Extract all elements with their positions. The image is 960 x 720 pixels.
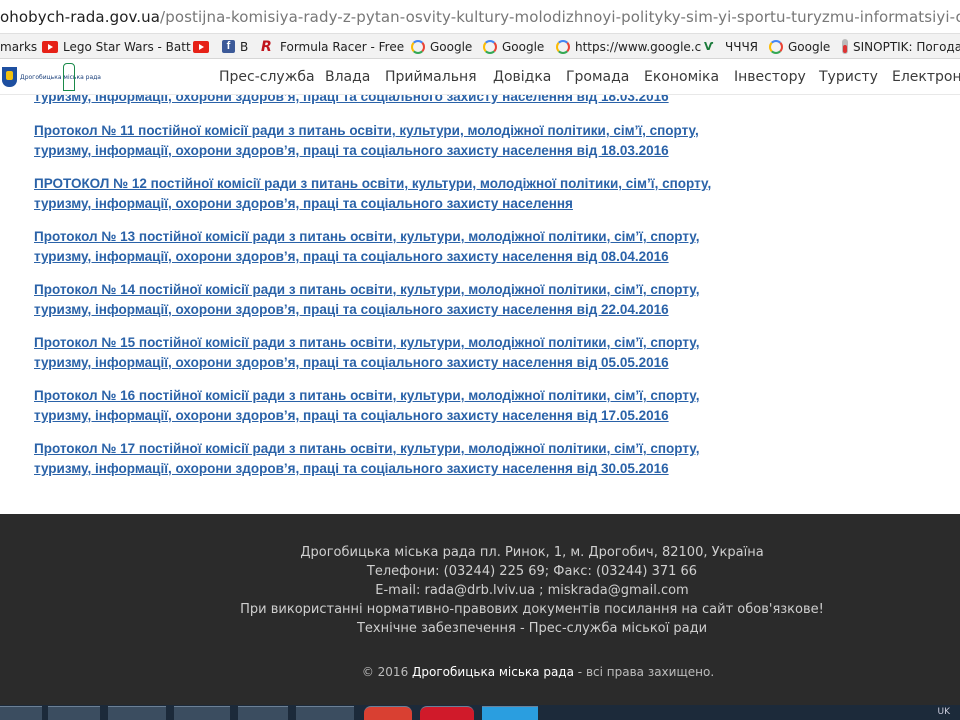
ukr-icon: Ѵ (704, 39, 714, 53)
bookmark-item[interactable]: Google (769, 38, 830, 55)
copyright-brand-link[interactable]: Дрогобицька міська рада (412, 665, 574, 679)
nav-item-investor[interactable]: Інвестору (734, 69, 806, 85)
protocol-link[interactable]: туризму, інформації, охорони здоров’я, п… (34, 95, 754, 107)
nav-item-press[interactable]: Прес-служба (219, 69, 315, 85)
os-taskbar: UK (0, 705, 960, 720)
protocol-link[interactable]: Протокол № 17 постійної комісії ради з п… (34, 439, 754, 479)
protocol-link[interactable]: Протокол № 16 постійної комісії ради з п… (34, 386, 754, 426)
site-logo[interactable]: Дрогобицька міська рада (2, 62, 101, 92)
bookmark-label: https://www.google.c (575, 39, 702, 54)
taskbar-app-button[interactable] (296, 706, 354, 720)
coat-of-arms-icon (2, 67, 17, 87)
thermometer-icon (842, 39, 848, 54)
google-icon (769, 39, 783, 54)
taskbar-chrome-button[interactable] (364, 706, 412, 720)
tower-icon (63, 63, 75, 91)
address-bar[interactable]: ohobych-rada.gov.ua/postijna-komisiya-ra… (0, 0, 960, 34)
nav-item-ekonomika[interactable]: Економіка (644, 69, 719, 85)
taskbar-twitter-button[interactable] (482, 706, 538, 720)
footer-support: Технічне забезпечення - Прес-служба місь… (356, 621, 708, 636)
bookmark-item[interactable]: SINOPTIK: Погода (842, 38, 960, 55)
url-host: ohobych-rada.gov.ua (0, 8, 161, 26)
logo-text: Дрогобицька міська рада (20, 73, 101, 81)
site-footer: Дрогобицька міська рада пл. Ринок, 1, м.… (0, 514, 960, 705)
bookmark-label: B (240, 39, 249, 54)
taskbar-word-button[interactable] (108, 706, 166, 720)
google-icon (411, 39, 425, 54)
nav-item-elektronne[interactable]: Електронн (892, 69, 960, 85)
bookmark-item[interactable]: Google (483, 38, 544, 55)
youtube-icon (42, 40, 58, 53)
footer-notice: При використанні нормативно-правових док… (240, 602, 824, 617)
url-text[interactable]: ohobych-rada.gov.ua/postijna-komisiya-ra… (0, 8, 960, 26)
google-icon (483, 39, 497, 54)
copyright-suffix: - всі права захищено. (577, 665, 715, 679)
footer-copyright: © 2016 Дрогобицька міська рада - всі пра… (0, 665, 960, 679)
bookmark-label: Google (788, 39, 831, 54)
footer-phones: Телефони: (03244) 225 69; Факс: (03244) … (366, 564, 698, 579)
facebook-icon: f (222, 40, 235, 53)
nav-item-vlada[interactable]: Влада (325, 69, 370, 85)
bookmark-label: Google (430, 39, 473, 54)
site-header: Дрогобицька міська рада Прес-служба Влад… (0, 59, 960, 95)
bookmark-label: ЧЧЧЯ (725, 39, 759, 54)
bookmark-item[interactable] (193, 38, 209, 55)
protocol-link[interactable]: Протокол № 11 постійної комісії ради з п… (34, 121, 754, 161)
bookmark-label: marks (0, 39, 38, 54)
nav-item-pryimalnia[interactable]: Приймальня (385, 69, 477, 85)
bookmark-label: Google (502, 39, 545, 54)
nav-item-hromada[interactable]: Громада (566, 69, 629, 85)
bookmark-item[interactable]: R Formula Racer - Free (261, 38, 404, 55)
protocol-link[interactable]: Протокол № 13 постійної комісії ради з п… (34, 227, 754, 267)
taskbar-folder-button[interactable] (48, 706, 100, 720)
bookmark-item[interactable]: f B (222, 38, 248, 55)
copyright-year: © 2016 (361, 665, 409, 679)
bookmark-item[interactable]: Ѵ ЧЧЧЯ (704, 38, 758, 55)
protocol-link[interactable]: ПРОТОКОЛ № 12 постійної комісії ради з п… (34, 174, 754, 214)
url-path: /postijna-komisiya-rady-z-pytan-osvity-k… (160, 8, 960, 26)
taskbar-app-button[interactable] (238, 706, 288, 720)
bookmarks-bar: marks Lego Star Wars - Batt f B R Formul… (0, 34, 960, 59)
bookmark-item[interactable]: https://www.google.c (556, 38, 701, 55)
youtube-icon (193, 40, 209, 53)
taskbar-opera-button[interactable] (420, 706, 474, 720)
bookmark-label: Formula Racer - Free (280, 39, 405, 54)
taskbar-app-button[interactable] (0, 706, 42, 720)
nav-item-turyst[interactable]: Туристу (819, 69, 878, 85)
main-content: туризму, інформації, охорони здоров’я, п… (0, 95, 960, 514)
google-icon (556, 39, 570, 54)
bookmark-item[interactable]: Google (411, 38, 472, 55)
formula-racer-icon: R (261, 38, 272, 55)
bookmark-label: SINOPTIK: Погода (853, 39, 960, 54)
tray-language[interactable]: UK (938, 707, 951, 717)
taskbar-app-button[interactable] (174, 706, 230, 720)
footer-email: E-mail: rada@drb.lviv.ua ; miskrada@gmai… (375, 583, 689, 598)
nav-item-dovidka[interactable]: Довідка (493, 69, 551, 85)
bookmark-label: Lego Star Wars - Batt (63, 39, 191, 54)
protocol-link[interactable]: Протокол № 14 постійної комісії ради з п… (34, 280, 754, 320)
bookmark-item[interactable]: Lego Star Wars - Batt (42, 38, 191, 55)
footer-address: Дрогобицька міська рада пл. Ринок, 1, м.… (300, 545, 764, 560)
protocol-link[interactable]: Протокол № 15 постійної комісії ради з п… (34, 333, 754, 373)
bookmark-item[interactable]: marks (0, 38, 37, 55)
